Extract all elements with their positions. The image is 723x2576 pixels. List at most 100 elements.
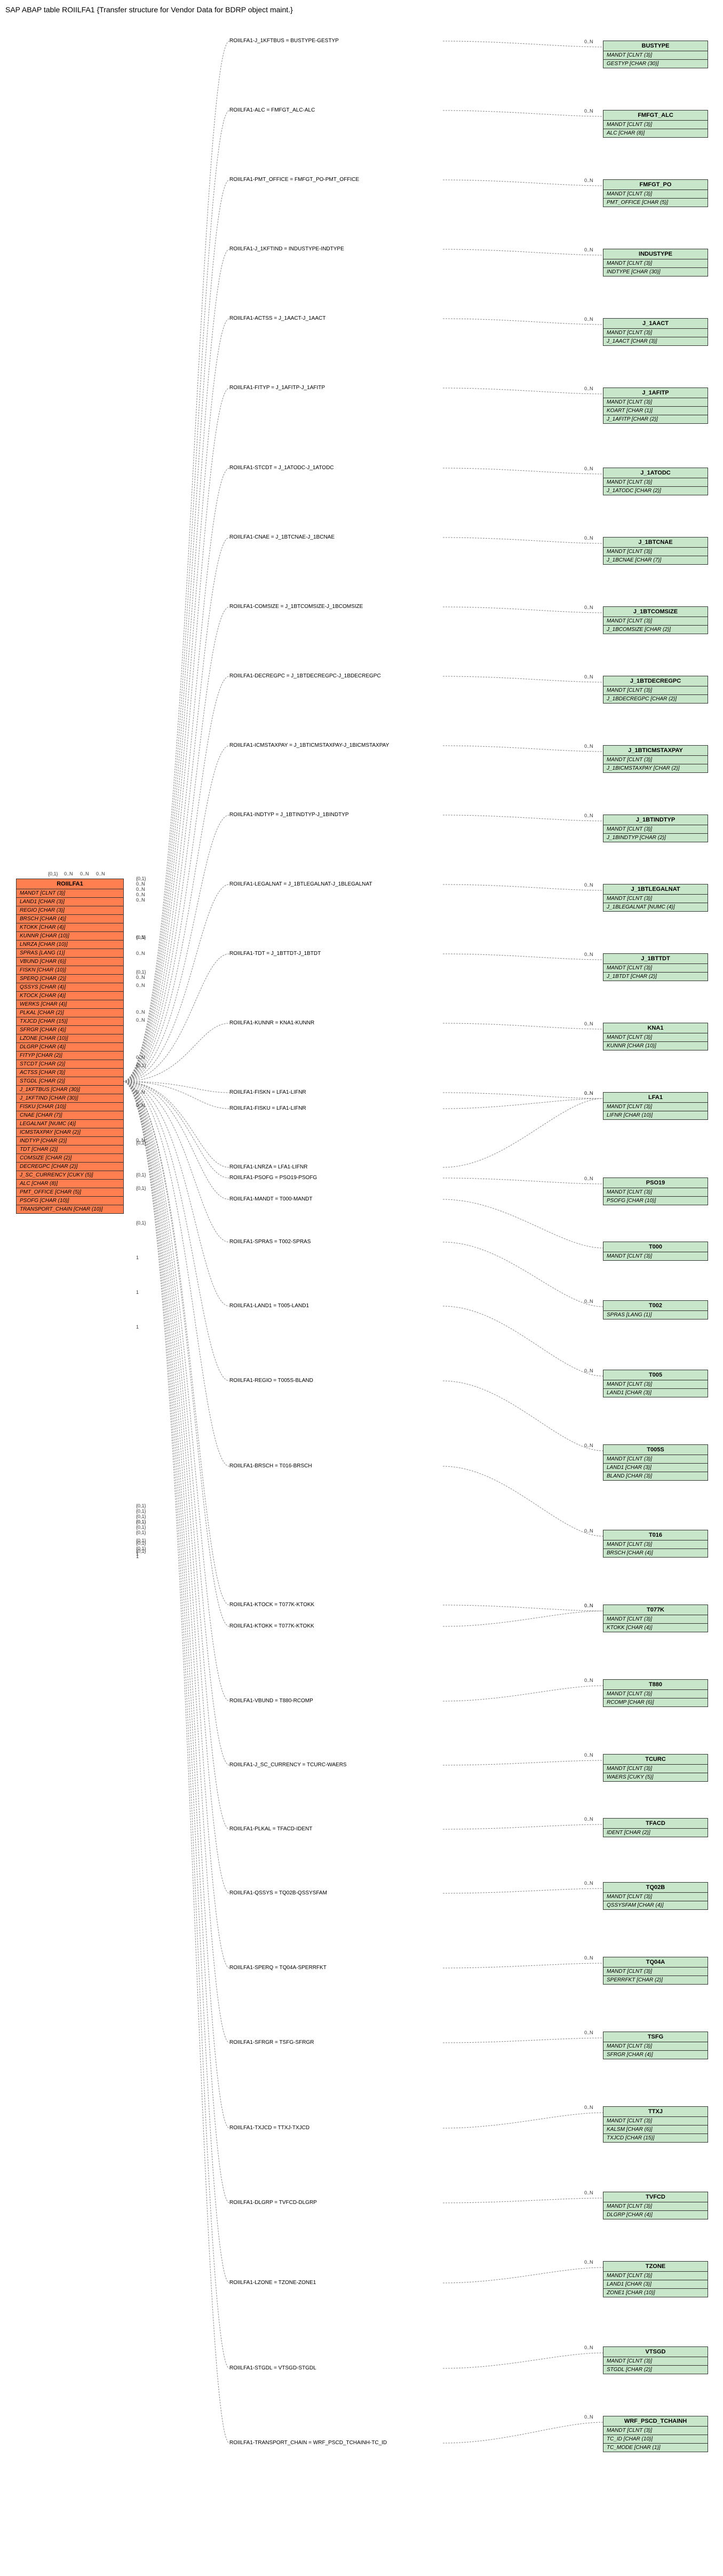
- main-entity-field: ACTSS [CHAR (3)]: [17, 1069, 123, 1077]
- target-entity-box: VTSGDMANDT [CLNT (3)]STGDL [CHAR (2)]: [603, 2346, 708, 2374]
- target-entity-field: MANDT [CLNT (3)]: [603, 686, 708, 695]
- source-cardinality: 0..N: [80, 871, 89, 876]
- main-entity-field: FISKU [CHAR (10)]: [17, 1103, 123, 1111]
- target-entity-name: J_1BTCNAE: [603, 538, 708, 548]
- target-entity-field: GESTYP [CHAR (30)]: [603, 60, 708, 68]
- target-entity-field: MANDT [CLNT (3)]: [603, 548, 708, 556]
- edge-label: ROIILFA1-ACTSS = J_1AACT-J_1AACT: [229, 315, 325, 321]
- target-entity-box: T077KMANDT [CLNT (3)]KTOKK [CHAR (4)]: [603, 1605, 708, 1632]
- target-entity-box: TQ02BMANDT [CLNT (3)]QSSYSFAM [CHAR (4)]: [603, 1882, 708, 1910]
- edge-label: ROIILFA1-TXJCD = TTXJ-TXJCD: [229, 2125, 309, 2131]
- target-entity-field: MANDT [CLNT (3)]: [603, 2427, 708, 2435]
- edge-label: ROIILFA1-VBUND = T880-RCOMP: [229, 1698, 313, 1704]
- target-entity-field: J_1BCNAE [CHAR (7)]: [603, 556, 708, 564]
- target-entity-field: LAND1 [CHAR (3)]: [603, 1464, 708, 1472]
- target-entity-field: J_1BCOMSIZE [CHAR (2)]: [603, 626, 708, 634]
- edge-label: ROIILFA1-CNAE = J_1BTCNAE-J_1BCNAE: [229, 534, 335, 540]
- target-entity-name: J_1ATODC: [603, 468, 708, 478]
- target-entity-field: MANDT [CLNT (3)]: [603, 190, 708, 199]
- target-entity-box: TCURCMANDT [CLNT (3)]WAERS [CUKY (5)]: [603, 1754, 708, 1782]
- source-cardinality: 1: [136, 1554, 139, 1559]
- main-entity-field: LZONE [CHAR (10)]: [17, 1034, 123, 1043]
- main-entity-field: CNAE [CHAR (7)]: [17, 1111, 123, 1120]
- target-entity-field: MANDT [CLNT (3)]: [603, 1540, 708, 1549]
- target-entity-box: FMFGT_POMANDT [CLNT (3)]PMT_OFFICE [CHAR…: [603, 179, 708, 207]
- edge-label: ROIILFA1-STCDT = J_1ATODC-J_1ATODC: [229, 465, 334, 471]
- edge-label: ROIILFA1-BRSCH = T016-BRSCH: [229, 1463, 312, 1469]
- target-cardinality: 0..N: [584, 1955, 593, 1961]
- target-entity-field: MANDT [CLNT (3)]: [603, 2357, 708, 2366]
- target-entity-field: PSOFG [CHAR (10)]: [603, 1197, 708, 1205]
- target-entity-name: TTXJ: [603, 2107, 708, 2117]
- target-entity-field: MANDT [CLNT (3)]: [603, 825, 708, 834]
- target-entity-name: WRF_PSCD_TCHAINH: [603, 2416, 708, 2427]
- source-cardinality: {0,1}: [136, 969, 146, 975]
- main-entity-field: WERKS [CHAR (4)]: [17, 1000, 123, 1009]
- edge-label: ROIILFA1-MANDT = T000-MANDT: [229, 1196, 313, 1202]
- target-entity-field: PMT_OFFICE [CHAR (5)]: [603, 199, 708, 207]
- target-entity-name: T016: [603, 1530, 708, 1540]
- source-cardinality: 0..N: [136, 1089, 145, 1095]
- target-entity-field: ZONE1 [CHAR (10)]: [603, 2289, 708, 2297]
- target-entity-box: BUSTYPEMANDT [CLNT (3)]GESTYP [CHAR (30)…: [603, 41, 708, 68]
- main-entity-field: MANDT [CLNT (3)]: [17, 889, 123, 898]
- target-entity-field: KALSM [CHAR (6)]: [603, 2125, 708, 2134]
- target-cardinality: 0..N: [584, 247, 593, 252]
- source-cardinality: 0..N: [136, 951, 145, 956]
- target-entity-field: MANDT [CLNT (3)]: [603, 1765, 708, 1773]
- target-entity-field: J_1BICMSTAXPAY [CHAR (2)]: [603, 764, 708, 772]
- target-entity-field: MANDT [CLNT (3)]: [603, 1033, 708, 1042]
- main-entity-field: TRANSPORT_CHAIN [CHAR (10)]: [17, 1205, 123, 1213]
- target-entity-name: TZONE: [603, 2262, 708, 2272]
- edge-label: ROIILFA1-SPRAS = T002-SPRAS: [229, 1239, 311, 1245]
- main-entity-field: SFRGR [CHAR (4)]: [17, 1026, 123, 1034]
- target-cardinality: 0..N: [584, 952, 593, 957]
- target-cardinality: 0..N: [584, 2259, 593, 2265]
- target-entity-name: J_1BTINDTYP: [603, 815, 708, 825]
- target-entity-name: KNA1: [603, 1023, 708, 1033]
- target-entity-field: MANDT [CLNT (3)]: [603, 1252, 708, 1260]
- target-entity-field: J_1ATODC [CHAR (2)]: [603, 487, 708, 495]
- main-entity-name: ROIILFA1: [17, 879, 123, 889]
- main-entity-field: REGIO [CHAR (3)]: [17, 906, 123, 915]
- edge-label: ROIILFA1-KTOKK = T077K-KTOKK: [229, 1623, 314, 1629]
- target-cardinality: 0..N: [584, 882, 593, 888]
- target-entity-field: SFRGR [CHAR (4)]: [603, 2051, 708, 2059]
- main-entity-box: ROIILFA1 MANDT [CLNT (3)]LAND1 [CHAR (3)…: [16, 879, 124, 1214]
- target-entity-field: SPERRFKT [CHAR (2)]: [603, 1976, 708, 1984]
- source-cardinality: 1: [136, 1255, 139, 1260]
- source-cardinality: 0..N: [136, 975, 145, 980]
- target-entity-box: LFA1MANDT [CLNT (3)]LIFNR [CHAR (10)]: [603, 1092, 708, 1120]
- target-cardinality: 0..N: [584, 1528, 593, 1534]
- target-entity-field: MANDT [CLNT (3)]: [603, 51, 708, 60]
- edge-label: ROIILFA1-KUNNR = KNA1-KUNNR: [229, 1020, 314, 1026]
- target-entity-field: IDENT [CHAR (2)]: [603, 1829, 708, 1837]
- target-entity-name: FMFGT_ALC: [603, 110, 708, 121]
- target-entity-box: J_1AFITPMANDT [CLNT (3)]KOART [CHAR (1)]…: [603, 388, 708, 424]
- source-cardinality: 0..N: [136, 1103, 145, 1108]
- target-entity-name: TFACD: [603, 1819, 708, 1829]
- target-entity-box: T880MANDT [CLNT (3)]RCOMP [CHAR (6)]: [603, 1679, 708, 1707]
- target-entity-field: ALC [CHAR (8)]: [603, 129, 708, 137]
- target-entity-box: T005MANDT [CLNT (3)]LAND1 [CHAR (3)]: [603, 1370, 708, 1397]
- source-cardinality: 0..N: [64, 871, 73, 876]
- target-entity-field: TC_MODE [CHAR (1)]: [603, 2444, 708, 2452]
- target-cardinality: 0..N: [584, 108, 593, 114]
- target-entity-field: MANDT [CLNT (3)]: [603, 1188, 708, 1197]
- target-entity-name: T077K: [603, 1605, 708, 1615]
- target-entity-field: INDTYPE [CHAR (30)]: [603, 268, 708, 276]
- main-entity-field: FISKN [CHAR (10)]: [17, 966, 123, 975]
- target-entity-field: TXJCD [CHAR (15)]: [603, 2134, 708, 2142]
- target-entity-box: J_1BTCOMSIZEMANDT [CLNT (3)]J_1BCOMSIZE …: [603, 606, 708, 634]
- main-entity-field: PMT_OFFICE [CHAR (5)]: [17, 1188, 123, 1197]
- main-entity-field: ICMSTAXPAY [CHAR (2)]: [17, 1128, 123, 1137]
- target-cardinality: 0..N: [584, 535, 593, 541]
- target-entity-field: SPRAS [LANG (1)]: [603, 1311, 708, 1319]
- target-entity-field: LIFNR [CHAR (10)]: [603, 1111, 708, 1119]
- source-cardinality: {0,1}: [136, 876, 146, 881]
- target-entity-name: LFA1: [603, 1093, 708, 1103]
- target-entity-box: T016MANDT [CLNT (3)]BRSCH [CHAR (4)]: [603, 1530, 708, 1558]
- target-entity-name: T002: [603, 1301, 708, 1311]
- target-entity-name: J_1BTCOMSIZE: [603, 607, 708, 617]
- source-cardinality: {0,1}: [136, 1540, 146, 1546]
